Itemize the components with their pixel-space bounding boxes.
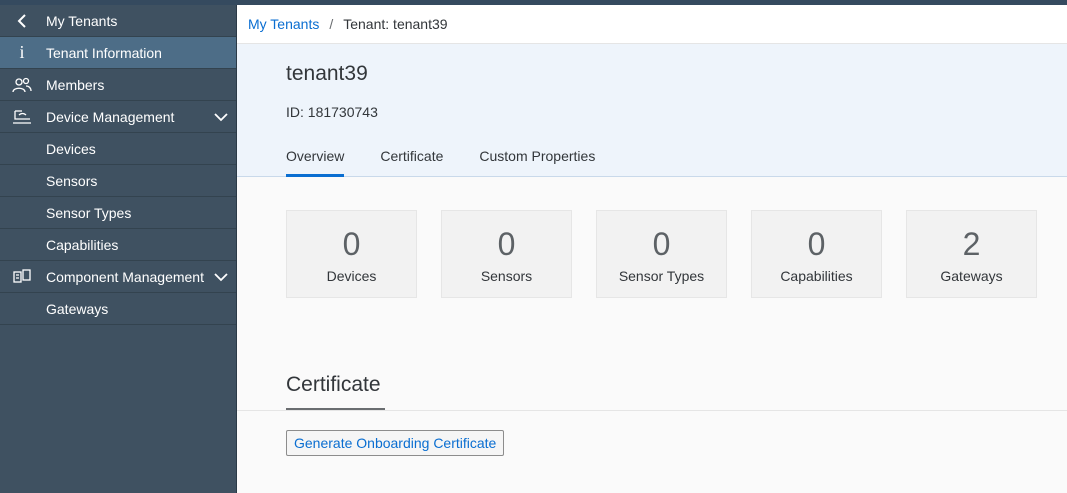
tile-label: Gateways (940, 268, 1003, 284)
chevron-down-icon[interactable] (214, 101, 228, 132)
sidebar-item-sensor-types[interactable]: Sensor Types (0, 197, 236, 229)
chevron-left-icon (10, 5, 34, 36)
tile-value: 0 (652, 226, 671, 262)
tab-custom-properties[interactable]: Custom Properties (479, 148, 595, 176)
breadcrumb: My Tenants / Tenant: tenant39 (237, 5, 1067, 44)
sidebar-item-capabilities[interactable]: Capabilities (0, 229, 236, 261)
sidebar-item-label: Component Management (46, 268, 204, 285)
info-icon: i (19, 42, 25, 62)
tenant-id: ID: 181730743 (286, 104, 378, 120)
main-content: My Tenants / Tenant: tenant39 tenant39 I… (237, 5, 1067, 493)
sidebar-item-component-management[interactable]: Component Management (0, 261, 236, 293)
tab-certificate[interactable]: Certificate (380, 148, 443, 176)
sidebar-item-gateways[interactable]: Gateways (0, 293, 236, 325)
sidebar: My Tenants i Tenant Information Members … (0, 5, 237, 493)
tile-value: 0 (342, 226, 361, 262)
tile-value: 2 (962, 226, 981, 262)
sidebar-item-label: Devices (46, 140, 96, 157)
sidebar-item-label: Sensor Types (46, 204, 132, 221)
tile-value: 0 (497, 226, 516, 262)
sidebar-item-label: Gateways (46, 300, 109, 317)
tab-bar: Overview Certificate Custom Properties (286, 148, 631, 177)
tile-sensors[interactable]: 0 Sensors (441, 210, 572, 298)
certificate-section-title: Certificate (286, 373, 381, 396)
sidebar-item-members[interactable]: Members (0, 69, 236, 101)
tile-value: 0 (807, 226, 826, 262)
tile-devices[interactable]: 0 Devices (286, 210, 417, 298)
sidebar-item-label: My Tenants (46, 12, 118, 29)
sidebar-item-tenant-information[interactable]: i Tenant Information (0, 37, 236, 69)
section-divider (237, 410, 1067, 411)
tile-sensor-types[interactable]: 0 Sensor Types (596, 210, 727, 298)
page-title: tenant39 (286, 62, 368, 85)
tab-overview[interactable]: Overview (286, 148, 345, 177)
tile-gateways[interactable]: 2 Gateways (906, 210, 1037, 298)
sidebar-item-label: Members (46, 76, 105, 93)
object-header: tenant39 ID: 181730743 Overview Certific… (237, 44, 1067, 177)
breadcrumb-link-my-tenants[interactable]: My Tenants (248, 16, 319, 32)
sidebar-item-devices[interactable]: Devices (0, 133, 236, 165)
tile-label: Devices (326, 268, 377, 284)
sidebar-item-device-management[interactable]: Device Management (0, 101, 236, 133)
breadcrumb-separator: / (329, 16, 334, 32)
component-management-icon (10, 261, 34, 292)
sidebar-item-my-tenants[interactable]: My Tenants (0, 5, 236, 37)
tile-label: Sensors (480, 268, 533, 284)
summary-tiles: 0 Devices 0 Sensors 0 Sensor Types 0 Cap… (286, 210, 1061, 298)
device-management-icon (10, 101, 34, 132)
sidebar-item-sensors[interactable]: Sensors (0, 165, 236, 197)
generate-onboarding-certificate-button[interactable]: Generate Onboarding Certificate (286, 430, 505, 456)
tile-label: Capabilities (780, 268, 853, 284)
tile-label: Sensor Types (618, 268, 705, 284)
sidebar-item-label: Capabilities (46, 236, 119, 253)
sidebar-item-label: Device Management (46, 108, 175, 125)
tile-capabilities[interactable]: 0 Capabilities (751, 210, 882, 298)
breadcrumb-current: Tenant: tenant39 (343, 16, 448, 32)
people-icon (10, 69, 34, 100)
sidebar-item-label: Sensors (46, 172, 98, 189)
sidebar-item-label: Tenant Information (46, 44, 162, 61)
chevron-down-icon[interactable] (214, 261, 228, 292)
